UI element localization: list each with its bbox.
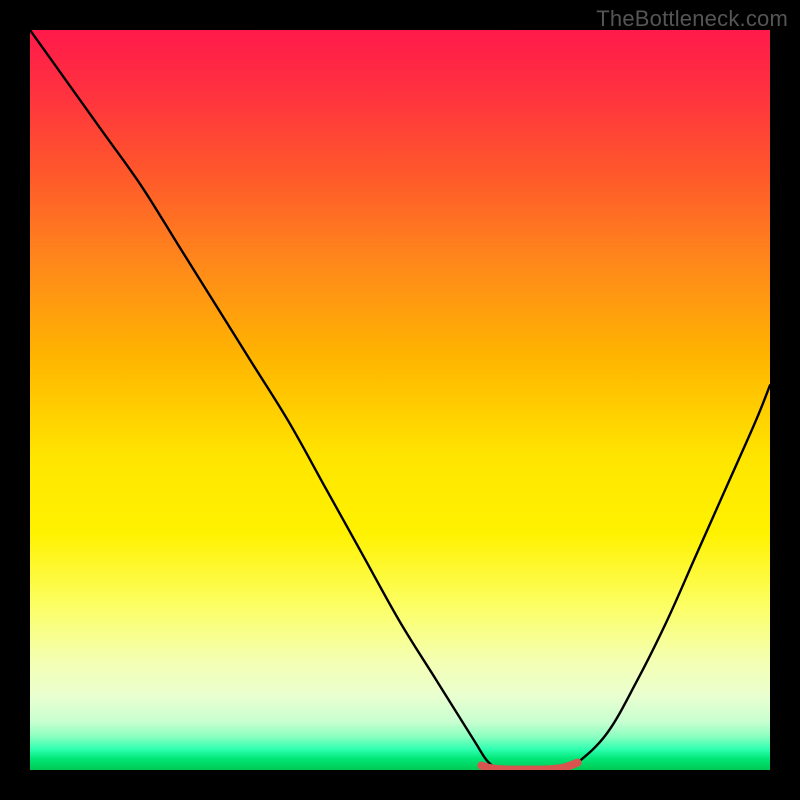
chart-frame: TheBottleneck.com bbox=[0, 0, 800, 800]
curve-layer bbox=[30, 30, 770, 770]
bottleneck-curve bbox=[30, 30, 770, 770]
sweet-spot-marker bbox=[481, 763, 577, 770]
watermark-text: TheBottleneck.com bbox=[596, 6, 788, 32]
plot-area bbox=[30, 30, 770, 770]
